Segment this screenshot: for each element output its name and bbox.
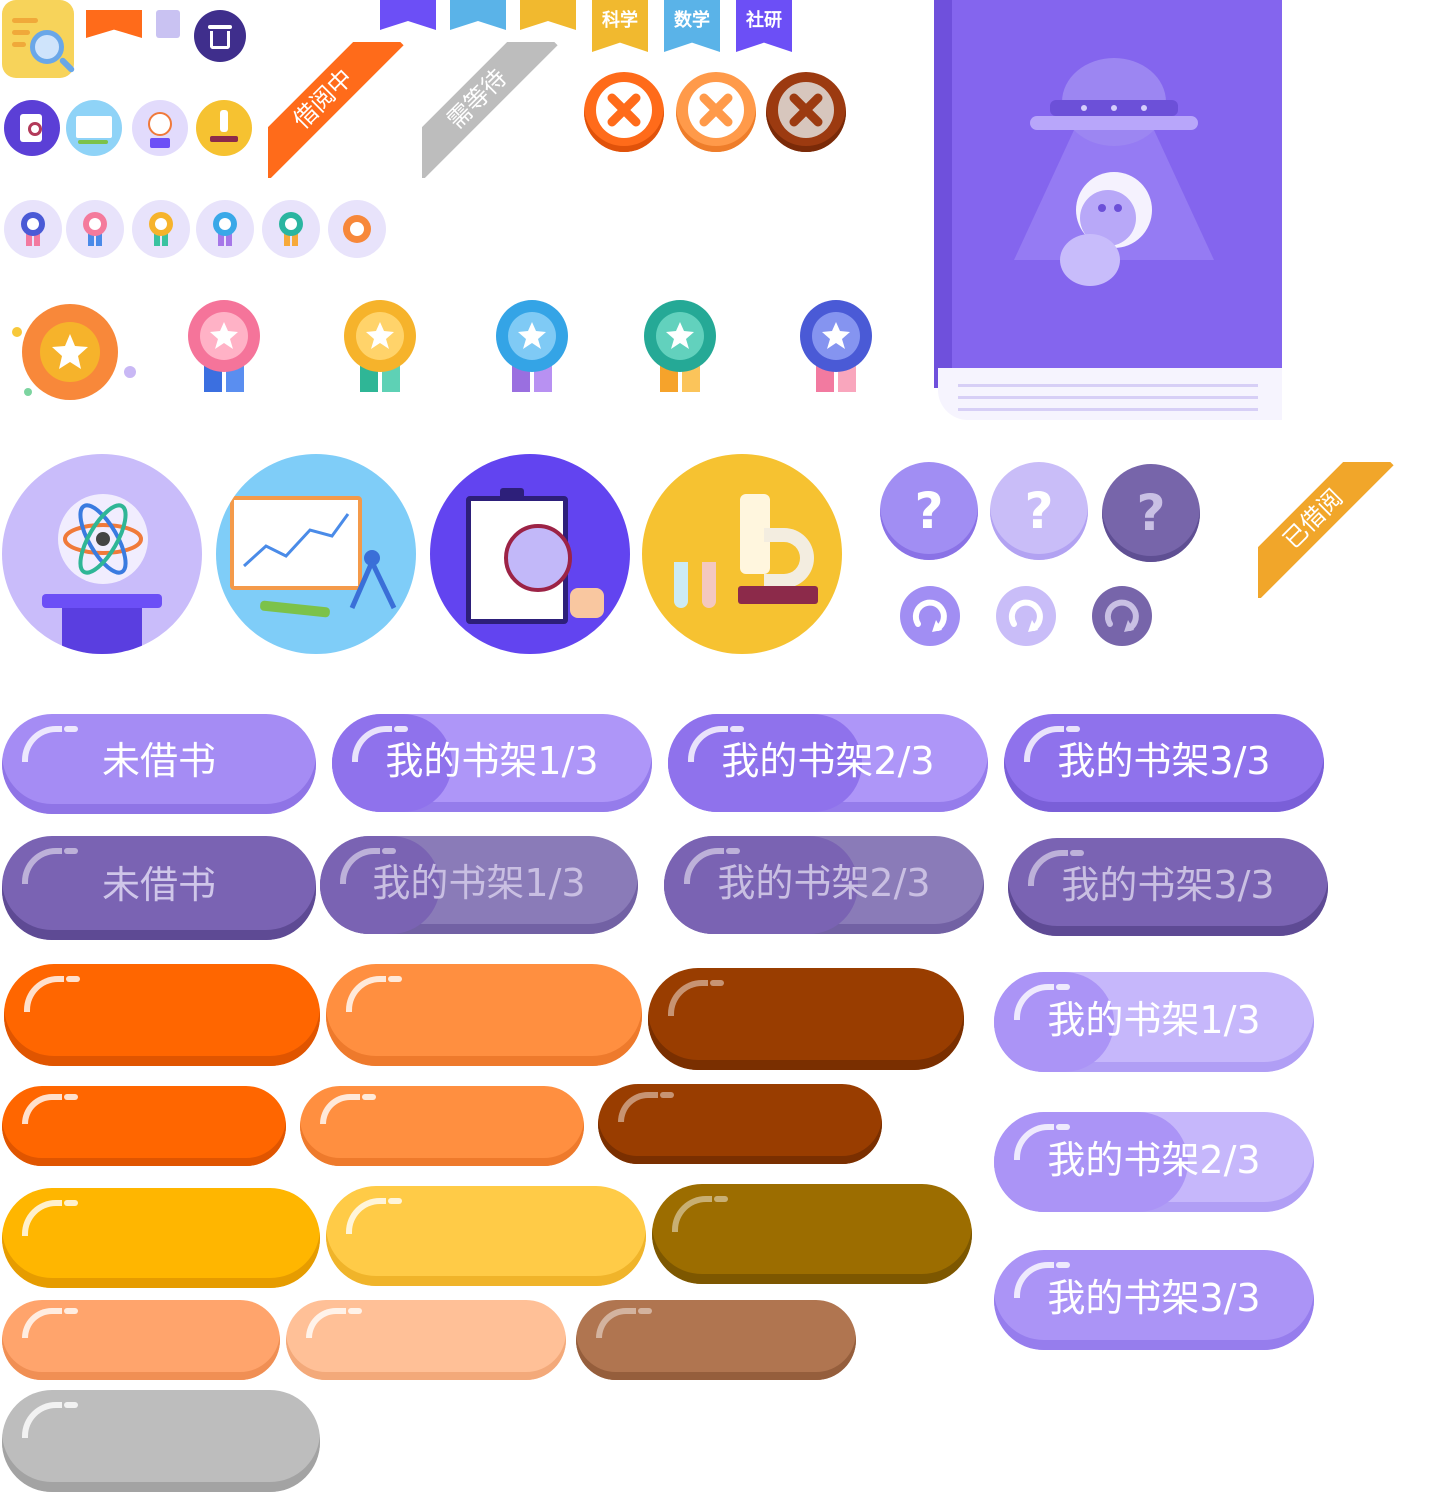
bookmark-icon[interactable] (156, 10, 180, 38)
medal-large-blue[interactable] (494, 298, 570, 394)
shelf-1-of-3-button[interactable]: 我的书架1/3 (332, 714, 652, 812)
light-yellow-button[interactable] (326, 1186, 646, 1286)
tag-math[interactable]: 数学 (664, 0, 720, 52)
orange-button-large[interactable] (4, 964, 320, 1066)
refresh-button-dark[interactable] (1092, 586, 1152, 646)
ufo-alien-illustration (1014, 58, 1214, 286)
line-chart-icon (242, 513, 350, 568)
medal-large-pink[interactable] (186, 298, 262, 394)
medal-small-orange[interactable] (328, 200, 386, 258)
refresh-icon (1104, 599, 1139, 632)
trash-icon[interactable] (194, 10, 246, 62)
orange-button-medium[interactable] (2, 1086, 286, 1166)
shelf-1-of-3-button-light[interactable]: 我的书架1/3 (994, 972, 1314, 1072)
atom-illustration[interactable] (2, 454, 202, 654)
medal-icon (213, 212, 237, 246)
help-button-dark[interactable]: ? (1102, 464, 1200, 562)
bookmark-blue-icon (450, 0, 506, 30)
medal-large-orange[interactable] (8, 298, 138, 408)
medal-small-navy[interactable] (4, 200, 62, 258)
light-orange-button-large[interactable] (326, 964, 642, 1066)
medal-icon (83, 212, 107, 246)
medal-small-blue[interactable] (196, 200, 254, 258)
medal-icon (21, 212, 45, 246)
shelf-2-of-3-button-light[interactable]: 我的书架2/3 (994, 1112, 1314, 1212)
peach-button[interactable] (2, 1300, 280, 1380)
report-review-illustration[interactable] (430, 454, 630, 654)
light-orange-button-medium[interactable] (300, 1086, 584, 1166)
medal-small-yellow[interactable] (132, 200, 190, 258)
refresh-icon (1008, 599, 1043, 632)
brown-button-large[interactable] (648, 968, 964, 1070)
shelf-2-of-3-button-disabled[interactable]: 我的书架2/3 (664, 836, 984, 934)
gold-brown-button[interactable] (652, 1184, 972, 1284)
medal-small-pink[interactable] (66, 200, 124, 258)
tag-science[interactable]: 科学 (592, 0, 648, 52)
refresh-button-purple[interactable] (900, 586, 960, 646)
atom-small-icon[interactable] (132, 100, 188, 156)
shelf-1-of-3-button-disabled[interactable]: 我的书架1/3 (320, 836, 638, 934)
refresh-button-light[interactable] (996, 586, 1056, 646)
report-small-icon[interactable] (4, 100, 60, 156)
bookmark-yellow-icon (520, 0, 576, 30)
lab-microscope-illustration[interactable] (642, 454, 842, 654)
gray-button[interactable] (2, 1390, 320, 1492)
close-icon (688, 82, 744, 138)
close-button-brown[interactable] (766, 72, 846, 152)
yellow-button[interactable] (2, 1188, 320, 1288)
medal-large-teal[interactable] (642, 298, 718, 394)
not-borrowed-button-disabled[interactable]: 未借书 (2, 836, 316, 940)
chart-book-small-icon[interactable] (66, 100, 122, 156)
microscope-small-icon[interactable] (196, 100, 252, 156)
flag-icon[interactable] (86, 10, 142, 38)
medal-icon (149, 212, 173, 246)
close-icon (778, 82, 834, 138)
medal-large-yellow[interactable] (342, 298, 418, 394)
atom-icon (63, 503, 143, 575)
brown-button-medium[interactable] (598, 1084, 882, 1164)
refresh-icon (912, 599, 947, 632)
close-button-light-orange[interactable] (676, 72, 756, 152)
not-borrowed-button[interactable]: 未借书 (2, 714, 316, 814)
medal-icon (343, 215, 371, 243)
search-notes-icon[interactable] (2, 0, 76, 78)
tag-social-studies[interactable]: 社研 (736, 0, 792, 52)
shelf-2-of-3-button[interactable]: 我的书架2/3 (668, 714, 988, 812)
shelf-3-of-3-button[interactable]: 我的书架3/3 (1004, 714, 1324, 812)
book-cover (934, 0, 1282, 422)
ribbon-borrowed: 已借阅 (1258, 462, 1394, 598)
help-button-purple[interactable]: ? (880, 462, 978, 560)
ribbon-borrowing: 借阅中 (268, 42, 404, 178)
shelf-3-of-3-button-light[interactable]: 我的书架3/3 (994, 1250, 1314, 1350)
close-icon (596, 82, 652, 138)
medal-small-teal[interactable] (262, 200, 320, 258)
help-button-light[interactable]: ? (990, 462, 1088, 560)
bookmark-purple-icon (380, 0, 436, 30)
shelf-3-of-3-button-disabled[interactable]: 我的书架3/3 (1008, 838, 1328, 936)
ribbon-waiting: 需等待 (422, 42, 558, 178)
medal-large-navy[interactable] (798, 298, 874, 394)
tan-button[interactable] (576, 1300, 856, 1380)
chart-book-illustration[interactable] (216, 454, 416, 654)
close-button-orange[interactable] (584, 72, 664, 152)
medal-icon (279, 212, 303, 246)
compass-icon (349, 550, 397, 610)
light-peach-button[interactable] (286, 1300, 566, 1380)
